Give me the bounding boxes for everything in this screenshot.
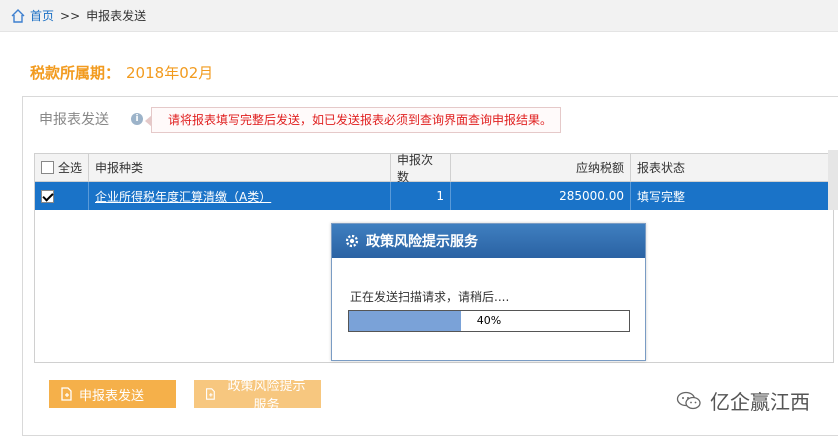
row-checkbox[interactable] — [41, 189, 54, 203]
tax-period-label: 税款所属期： — [30, 64, 121, 82]
document-icon — [206, 388, 215, 400]
send-declaration-button[interactable]: 申报表发送 — [49, 380, 176, 408]
tax-period-value: 2018年02月 — [126, 64, 214, 82]
select-all-label: 全选 — [58, 161, 83, 175]
select-all-checkbox[interactable] — [41, 161, 54, 174]
info-icon: i — [131, 113, 143, 125]
header-tax: 应纳税额 — [451, 154, 631, 181]
dialog-title: 政策风险提示服务 — [366, 234, 478, 250]
watermark-text: 亿企赢江西 — [710, 390, 810, 414]
tax-period: 税款所属期： 2018年02月 — [30, 62, 213, 83]
header-status: 报表状态 — [637, 161, 686, 175]
progress-label: 40% — [476, 314, 502, 327]
dialog-message: 正在发送扫描请求，请稍后.... — [350, 290, 510, 304]
dialog-titlebar: 政策风险提示服务 — [332, 224, 645, 258]
policy-risk-dialog: 政策风险提示服务 正在发送扫描请求，请稍后.... 40% — [331, 223, 646, 361]
notice-tooltip: 请将报表填写完整后发送，如已发送报表必须到查询界面查询申报结果。 — [144, 107, 562, 133]
row-type-link[interactable]: 企业所得税年度汇算清缴（A类） — [95, 188, 271, 205]
header-type: 申报种类 — [89, 154, 391, 181]
breadcrumb-current: 申报表发送 — [86, 9, 147, 23]
policy-risk-button[interactable]: 政策风险提示服务 — [194, 378, 321, 412]
home-icon[interactable] — [10, 8, 26, 24]
home-link[interactable]: 首页 — [30, 7, 54, 24]
table-header: 全选 申报种类 申报次数 应纳税额 报表状态 — [35, 153, 833, 184]
watermark: 亿企赢江西 — [676, 386, 810, 415]
scrollbar[interactable] — [828, 150, 838, 210]
row-status: 填写完整 — [637, 189, 686, 204]
row-count: 1 — [391, 182, 451, 210]
document-icon — [61, 387, 72, 401]
wechat-icon — [676, 391, 701, 409]
row-tax: 285000.00 — [451, 182, 631, 210]
row-select[interactable] — [35, 182, 89, 210]
breadcrumb-separator: >> — [60, 8, 81, 23]
row-type-cell: 企业所得税年度汇算清缴（A类） — [89, 182, 391, 210]
send-declaration-label: 申报表发送 — [79, 387, 145, 403]
table-row[interactable]: 企业所得税年度汇算清缴（A类） 1 285000.00 填写完整 — [35, 182, 833, 210]
breadcrumb: 首页 >> 申报表发送 — [0, 0, 838, 32]
policy-risk-label: 政策风险提示服务 — [227, 378, 306, 412]
header-select-all[interactable]: 全选 — [35, 154, 89, 181]
gear-icon — [345, 234, 359, 248]
panel-title: 申报表发送 — [39, 112, 109, 128]
header-count: 申报次数 — [391, 153, 451, 184]
progress-bar: 40% — [348, 310, 630, 332]
